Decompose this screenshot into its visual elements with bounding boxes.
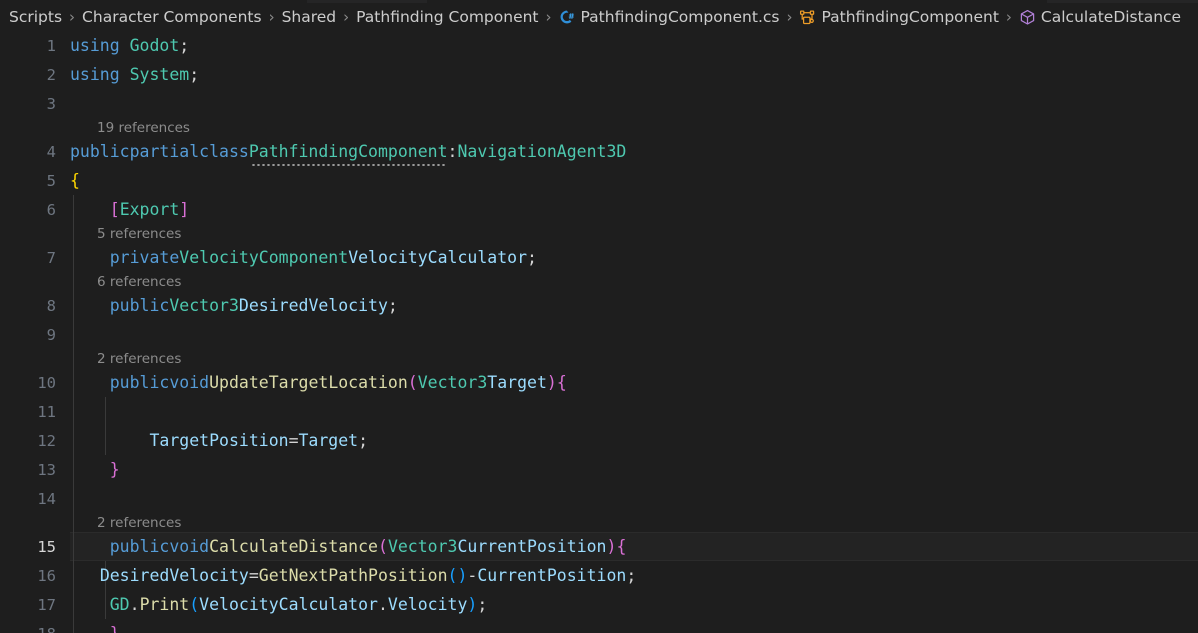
line-content: DesiredVelocity = GetNextPathPosition() … xyxy=(99,566,637,585)
code-line[interactable]: 7 private VelocityComponent VelocityCalc… xyxy=(0,243,1198,272)
line-number: 16 xyxy=(37,566,56,585)
method-symbol-icon xyxy=(1019,9,1036,26)
breadcrumb-separator-icon: › xyxy=(343,8,350,26)
line-number: 3 xyxy=(46,94,56,113)
breadcrumb-label: Shared xyxy=(281,8,337,26)
line-content: public void CalculateDistance(Vector3 Cu… xyxy=(109,537,627,556)
line-content: private VelocityComponent VelocityCalcul… xyxy=(109,248,537,267)
code-line[interactable]: 16 DesiredVelocity = GetNextPathPosition… xyxy=(0,561,1198,590)
breadcrumb: Scripts › Character Components › Shared … xyxy=(0,3,1198,31)
line-number: 11 xyxy=(37,402,56,421)
code-line[interactable]: 8 public Vector3 DesiredVelocity; xyxy=(0,291,1198,320)
breadcrumb-label: PathfindingComponent.cs xyxy=(580,8,780,26)
breadcrumb-item-shared[interactable]: Shared xyxy=(281,8,338,26)
line-number: 8 xyxy=(46,296,56,315)
indent-guide xyxy=(73,272,74,291)
codelens-references-link[interactable]: 6 references xyxy=(97,272,181,291)
code-line-active[interactable]: 15 public void CalculateDistance(Vector3… xyxy=(0,532,1198,561)
breadcrumb-label: Character Components xyxy=(82,8,262,26)
line-number: 5 xyxy=(46,171,56,190)
breadcrumb-separator-icon: › xyxy=(545,8,552,26)
line-number: 13 xyxy=(37,460,56,479)
code-line[interactable]: 3 xyxy=(0,89,1198,118)
class-symbol-icon xyxy=(799,9,816,26)
breadcrumb-item-method-calculatedistance[interactable]: CalculateDistance xyxy=(1018,8,1182,26)
breadcrumb-separator-icon: › xyxy=(1005,8,1012,26)
codelens-references-link[interactable]: 5 references xyxy=(97,224,181,243)
line-number: 6 xyxy=(46,200,56,219)
breadcrumb-item-pathfindingcomponent-cs[interactable]: PathfindingComponent.cs xyxy=(558,8,781,26)
vscode-editor-window: Scripts › Character Components › Shared … xyxy=(0,0,1198,633)
code-line[interactable]: 14 xyxy=(0,484,1198,513)
code-line[interactable]: 6 [Export] xyxy=(0,195,1198,224)
line-content xyxy=(70,484,1198,513)
line-content: } xyxy=(70,619,1198,633)
codelens-row: 2 references xyxy=(0,513,1198,532)
breadcrumb-item-class-pathfindingcomponent[interactable]: PathfindingComponent xyxy=(798,8,999,26)
line-content: public void UpdateTargetLocation(Vector3… xyxy=(109,373,567,392)
breadcrumb-label: CalculateDistance xyxy=(1040,8,1182,26)
indent-guide xyxy=(73,513,74,532)
breadcrumb-label: Scripts xyxy=(9,8,63,26)
line-number: 7 xyxy=(46,248,56,267)
line-content: } xyxy=(109,460,120,479)
code-line[interactable]: 10 public void UpdateTargetLocation(Vect… xyxy=(0,368,1198,397)
code-line[interactable]: 12 TargetPosition = Target; xyxy=(0,426,1198,455)
line-number: 17 xyxy=(37,595,56,614)
line-number: 1 xyxy=(46,36,56,55)
line-number: 2 xyxy=(46,65,56,84)
line-content: public partial class PathfindingComponen… xyxy=(70,142,627,166)
line-number: 9 xyxy=(46,325,56,344)
breadcrumb-item-character-components[interactable]: Character Components xyxy=(81,8,263,26)
code-line[interactable]: 1 using Godot; xyxy=(0,31,1198,60)
code-line[interactable]: 2 using System; xyxy=(0,60,1198,89)
codelens-references-link[interactable]: 2 references xyxy=(97,513,181,532)
code-line[interactable]: 18 } xyxy=(0,619,1198,633)
line-number: 14 xyxy=(37,489,56,508)
line-number: 15 xyxy=(37,537,56,556)
line-content: GD. Print(VelocityCalculator. Velocity); xyxy=(109,595,488,614)
line-number: 10 xyxy=(37,373,56,392)
codelens-row: 5 references xyxy=(0,224,1198,243)
breadcrumb-separator-icon: › xyxy=(268,8,275,26)
line-number: 18 xyxy=(0,619,56,633)
indent-guide xyxy=(73,224,74,243)
line-content: public Vector3 DesiredVelocity; xyxy=(109,296,398,315)
codelens-row: 6 references xyxy=(0,272,1198,291)
code-line[interactable]: 9 xyxy=(0,320,1198,349)
breadcrumb-separator-icon: › xyxy=(69,8,76,26)
line-content: using System; xyxy=(70,65,200,84)
code-line[interactable]: 17 GD. Print(VelocityCalculator. Velocity)… xyxy=(0,590,1198,619)
line-content: { xyxy=(70,171,80,190)
line-content xyxy=(70,89,1198,118)
codelens-references-link[interactable]: 2 references xyxy=(97,349,181,368)
breadcrumb-item-scripts[interactable]: Scripts xyxy=(8,8,63,26)
codelens-row: 2 references xyxy=(0,349,1198,368)
code-line[interactable]: 5 { xyxy=(0,166,1198,195)
line-content: [Export] xyxy=(109,200,190,219)
line-content xyxy=(70,320,1198,349)
breadcrumb-label: Pathfinding Component xyxy=(356,8,539,26)
code-line[interactable]: 13 } xyxy=(0,455,1198,484)
indent-guide xyxy=(73,349,74,368)
breadcrumb-separator-icon: › xyxy=(786,8,793,26)
codelens-references-link[interactable]: 19 references xyxy=(97,118,190,137)
codelens-row: 19 references xyxy=(0,118,1198,137)
code-line[interactable]: 4 public partial class PathfindingCompon… xyxy=(0,137,1198,166)
line-number: 12 xyxy=(37,431,56,450)
code-line[interactable]: 11 xyxy=(0,397,1198,426)
line-content: using Godot; xyxy=(70,36,190,55)
line-content: TargetPosition = Target; xyxy=(149,431,369,450)
csharp-file-icon xyxy=(559,9,576,26)
code-editor[interactable]: 1 using Godot; 2 using System; 3 19 refe… xyxy=(0,31,1198,633)
breadcrumb-label: PathfindingComponent xyxy=(821,8,999,26)
line-number: 4 xyxy=(46,142,56,161)
breadcrumb-item-pathfinding-component-folder[interactable]: Pathfinding Component xyxy=(355,8,539,26)
line-content xyxy=(70,397,1198,426)
